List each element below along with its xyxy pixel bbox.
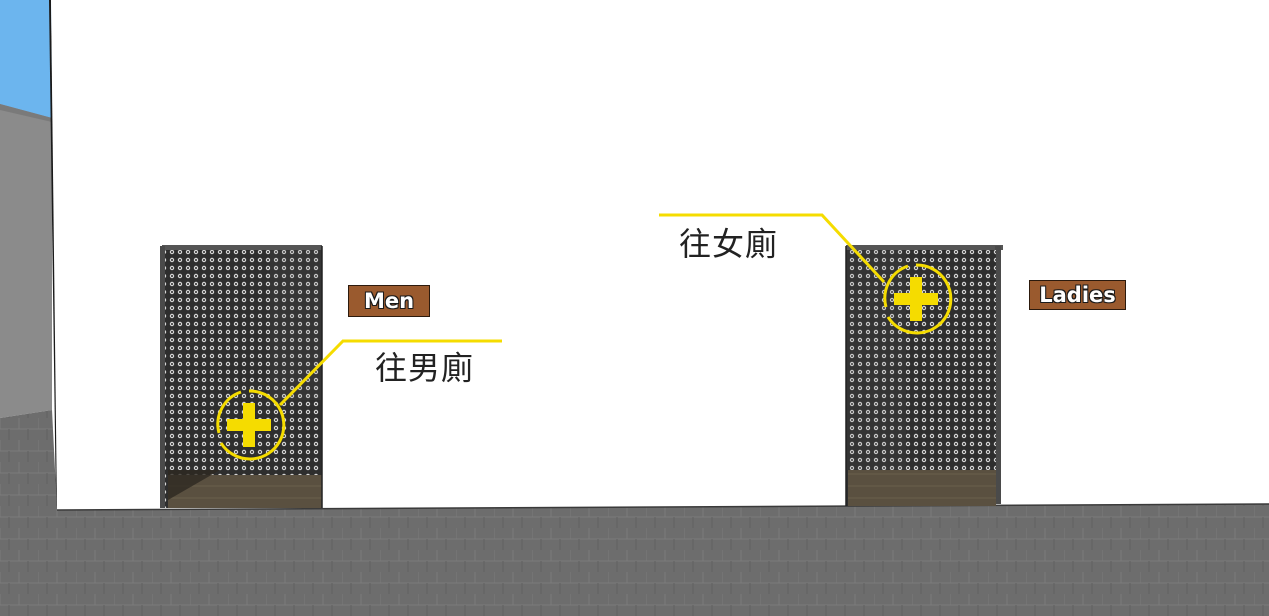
ladies-sign: Ladies [1029,280,1126,310]
navigate-men-hotspot[interactable] [211,387,287,463]
plus-circle-icon [883,263,953,335]
navigate-ladies-hotspot[interactable] [878,261,954,337]
hotspot-label-ladies: 往女廁 [679,225,779,263]
men-sign: Men [348,285,430,317]
hotspot-label-men: 往男廁 [375,349,475,387]
plus-circle-icon [216,389,286,461]
panorama-scene[interactable]: Men Ladies 往男廁 往女廁 [0,0,1269,616]
